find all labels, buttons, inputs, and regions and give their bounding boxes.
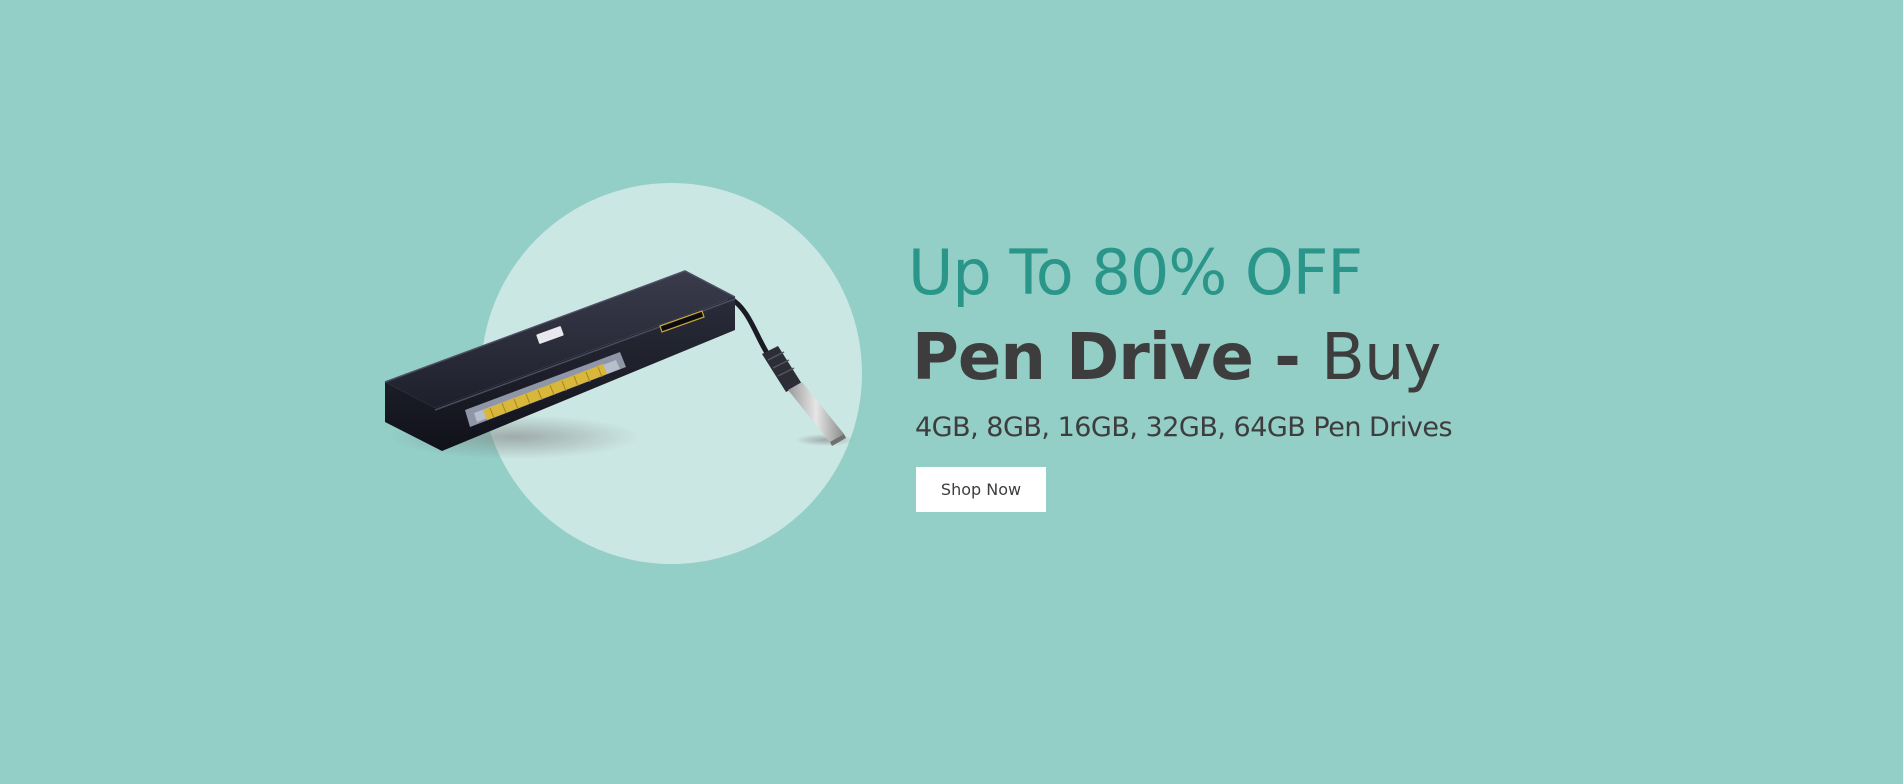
- capacity-subheading: 4GB, 8GB, 16GB, 32GB, 64GB Pen Drives: [915, 412, 1453, 443]
- headline-bold: Pen Drive -: [912, 321, 1322, 395]
- product-headline: Pen Drive - Buy: [912, 321, 1441, 395]
- headline-light: Buy: [1321, 321, 1441, 395]
- discount-heading: Up To 80% OFF: [908, 236, 1363, 309]
- shop-now-button[interactable]: Shop Now: [916, 467, 1046, 512]
- product-image: [384, 270, 855, 459]
- promo-banner: Up To 80% OFF Pen Drive - Buy 4GB, 8GB, …: [0, 0, 1903, 784]
